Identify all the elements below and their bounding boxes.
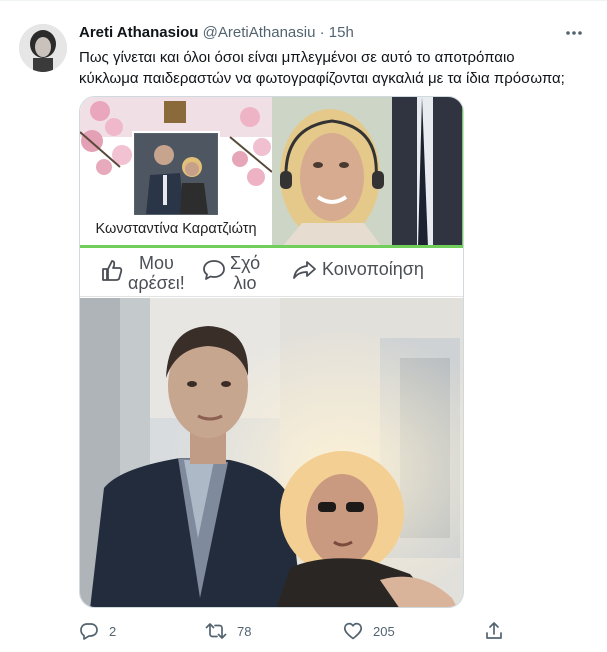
frame-border-right — [462, 97, 463, 247]
fb-comment-button: Σχό λιο — [202, 253, 260, 293]
author-name[interactable]: Areti Athanasiou — [79, 24, 198, 41]
fb-share-button: Κοινοποίηση — [292, 259, 424, 281]
fb-like-label-2: αρέσει! — [128, 273, 185, 293]
avatar[interactable] — [19, 24, 67, 72]
more-icon[interactable] — [563, 25, 585, 41]
tweet-text: Πως γίνεται και όλοι όσοι είναι μπλεγμέν… — [79, 49, 565, 87]
like-count: 205 — [373, 623, 395, 639]
tweet-actions: 2 78 205 — [79, 619, 509, 645]
fb-like-button: Μου αρέσει! — [100, 253, 185, 293]
tweet-media[interactable]: Κωνσταντίνα Καρατζιώτη Μου αρέσει! Σχό λ… — [79, 96, 464, 608]
share-button[interactable] — [484, 621, 514, 641]
facebook-action-bar: Μου αρέσει! Σχό λιο Κοινοποίηση — [80, 249, 463, 297]
fb-comment-icon — [203, 260, 225, 280]
reply-count: 2 — [109, 623, 117, 639]
retweet-count: 78 — [237, 623, 252, 639]
reply-button[interactable]: 2 — [79, 621, 116, 641]
tweet-photo[interactable] — [80, 298, 463, 607]
reply-icon — [80, 623, 98, 640]
fb-comment-label-1: Σχό — [230, 253, 261, 273]
author-handle[interactable]: @AretiAthanasiu — [203, 24, 316, 41]
frame-border-bottom — [80, 245, 463, 248]
fb-comment-label-2: λιο — [233, 273, 257, 293]
fb-like-icon — [102, 260, 123, 281]
share-icon — [486, 622, 502, 639]
facebook-screenshot: Κωνσταντίνα Καρατζιώτη — [80, 97, 463, 249]
fb-share-icon — [293, 261, 316, 279]
like-icon — [343, 622, 363, 640]
like-button[interactable]: 205 — [343, 621, 395, 641]
tweet[interactable]: Areti Athanasiou @AretiAthanasiu · 15h Π… — [0, 0, 607, 652]
fb-share-label: Κοινοποίηση — [322, 259, 424, 279]
timestamp[interactable]: 15h — [329, 24, 354, 41]
retweet-icon — [205, 623, 227, 639]
fb-like-label-1: Μου — [138, 253, 174, 273]
retweet-button[interactable]: 78 — [205, 621, 251, 641]
profile-name: Κωνσταντίνα Καρατζιώτη — [95, 221, 257, 237]
portrait-panel — [272, 97, 463, 247]
separator-dot: · — [319, 24, 325, 41]
tweet-header: Areti Athanasiou @AretiAthanasiu · 15h — [79, 24, 354, 44]
